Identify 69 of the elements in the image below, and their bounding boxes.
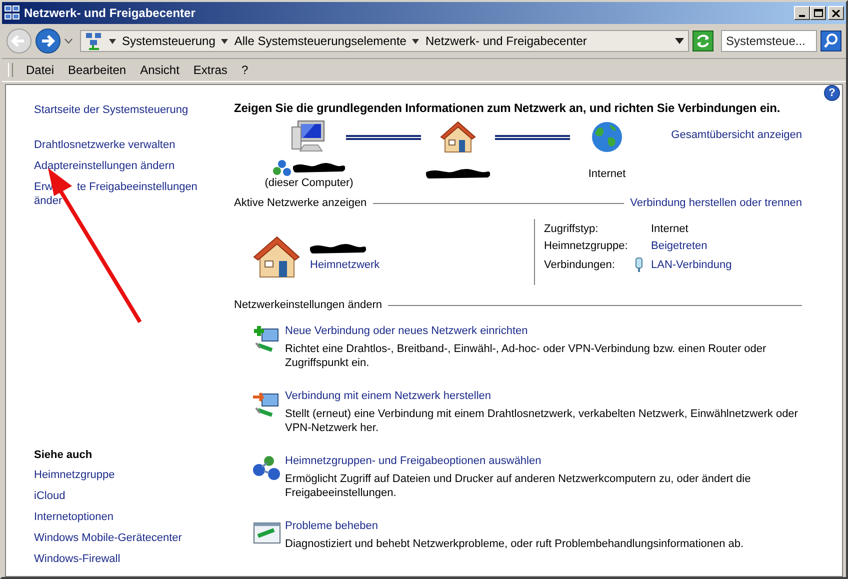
sidebar-link[interactable]: Erw xyxy=(34,180,53,194)
maximize-icon xyxy=(814,9,822,17)
close-button[interactable] xyxy=(828,6,844,20)
network-center-icon xyxy=(4,5,20,21)
connect-disconnect-link[interactable]: Verbindung herstellen oder trennen xyxy=(630,197,802,209)
minimize-button[interactable] xyxy=(794,6,810,20)
forward-button[interactable] xyxy=(35,28,61,54)
sidebar-link[interactable]: Startseite der Systemsteuerung xyxy=(34,103,209,117)
task-description: Richtet eine Drahtlos-, Breitband-, Einwähl-, Ad-hoc- oder VPN-Verbindung bzw. einen Router oder Zugriffspunkt ein. xyxy=(285,342,768,370)
section-heading: Netzwerkeinstellungen ändern xyxy=(234,299,382,311)
detail-label: Zugriffstyp: xyxy=(544,223,600,235)
close-icon xyxy=(832,10,840,16)
address-field[interactable]: Systemsteuerung Alle Systemsteuerungselemente Netzwerk- und Freigabecenter xyxy=(80,30,689,52)
menu-item[interactable]: ? xyxy=(234,61,256,79)
breadcrumb[interactable]: Netzwerk- und Freigabecenter xyxy=(425,34,587,48)
window-title: Netzwerk- und Freigabecenter xyxy=(24,6,196,20)
task-description: Ermöglicht Zugriff auf Dateien und Drucker auf anderen Netzwerkcomputern zu, oder ändert die Freigabeeinstellungen. xyxy=(285,472,752,500)
node-label: Internet xyxy=(588,168,626,180)
sidebar-link[interactable]: Adaptereinstellungen ändern xyxy=(34,159,209,173)
sidebar-link[interactable]: Windows-Firewall xyxy=(34,552,209,566)
sidebar-link[interactable]: Drahtlosnetzwerke verwalten xyxy=(34,138,209,152)
menu-item[interactable]: Bearbeiten xyxy=(61,61,134,79)
homegroup-link[interactable]: Beigetreten xyxy=(651,240,708,252)
breadcrumb[interactable]: Alle Systemsteuerungselemente xyxy=(234,34,406,48)
see-also-heading: Siehe auch xyxy=(34,449,94,461)
task-description: Stellt (erneut) eine Verbindung mit einem Drahtlosnetzwerk, verkabelten Netzwerk, Einwählnetzwerk oder VPN-Netzwerk her. xyxy=(285,407,799,435)
ethernet-icon xyxy=(634,257,644,273)
caret-icon[interactable] xyxy=(221,38,228,44)
maximize-button[interactable] xyxy=(810,6,826,20)
detail-label: Verbindungen: xyxy=(544,259,616,271)
dropdown-arrow-icon[interactable] xyxy=(675,38,684,44)
task-link[interactable]: Neue Verbindung oder neues Netzwerk einrichten xyxy=(285,325,802,337)
sidebar-link[interactable]: Internetoptionen xyxy=(34,510,209,524)
menu-item[interactable]: Datei xyxy=(19,61,62,79)
task-link[interactable]: Verbindung mit einem Netzwerk herstellen xyxy=(285,390,802,402)
node-label: (dieser Computer) xyxy=(264,177,354,189)
full-map-link[interactable]: Gesamtübersicht anzeigen xyxy=(671,129,802,141)
breadcrumb[interactable]: Systemsteuerung xyxy=(122,34,216,48)
house-icon xyxy=(439,120,477,154)
network-type-link[interactable]: Heimnetzwerk xyxy=(310,259,380,271)
task-link[interactable]: Heimnetzgruppen- und Freigabeoptionen auswählen xyxy=(285,455,802,467)
connection-link[interactable]: LAN-Verbindung xyxy=(651,259,732,271)
help-icon[interactable]: ? xyxy=(824,85,840,101)
page-heading: Zeigen Sie die grundlegenden Informationen zum Netzwerk an, und richten Sie Verbindungen ein. xyxy=(234,101,782,115)
task-link[interactable]: Probleme beheben xyxy=(285,520,802,532)
task-description: Diagnostiziert und behebt Netzwerkprobleme, oder ruft Problembehandlungsinformationen ab. xyxy=(285,537,745,551)
history-dropdown[interactable] xyxy=(64,38,73,44)
sidebar-link[interactable]: Heimnetzgruppe xyxy=(34,468,209,482)
menu-item[interactable]: Extras xyxy=(186,61,234,79)
refresh-button[interactable] xyxy=(692,30,714,52)
section-heading: Aktive Netzwerke anzeigen xyxy=(234,197,367,209)
detail-value: Internet xyxy=(651,223,688,235)
globe-icon xyxy=(590,120,624,154)
search-field[interactable]: Systemsteue... xyxy=(721,30,817,52)
sidebar-link[interactable]: änder xyxy=(34,194,209,208)
network-center-icon xyxy=(85,32,103,50)
search-button[interactable] xyxy=(820,30,842,52)
troubleshoot-icon[interactable] xyxy=(252,520,282,546)
network-icon xyxy=(273,159,291,177)
sidebar-link[interactable]: iCloud xyxy=(34,489,209,503)
sidebar-link[interactable]: te Freigabeeinstellungen xyxy=(76,180,198,194)
minimize-icon xyxy=(799,15,805,17)
caret-icon[interactable] xyxy=(109,38,116,44)
sidebar-link[interactable]: Windows Mobile-Gerätecenter xyxy=(34,531,209,545)
caret-icon[interactable] xyxy=(412,38,420,44)
homegroup-icon[interactable] xyxy=(252,455,282,481)
house-icon xyxy=(252,235,300,279)
menu-item[interactable]: Ansicht xyxy=(133,61,186,79)
detail-label: Heimnetzgruppe: xyxy=(544,240,629,252)
